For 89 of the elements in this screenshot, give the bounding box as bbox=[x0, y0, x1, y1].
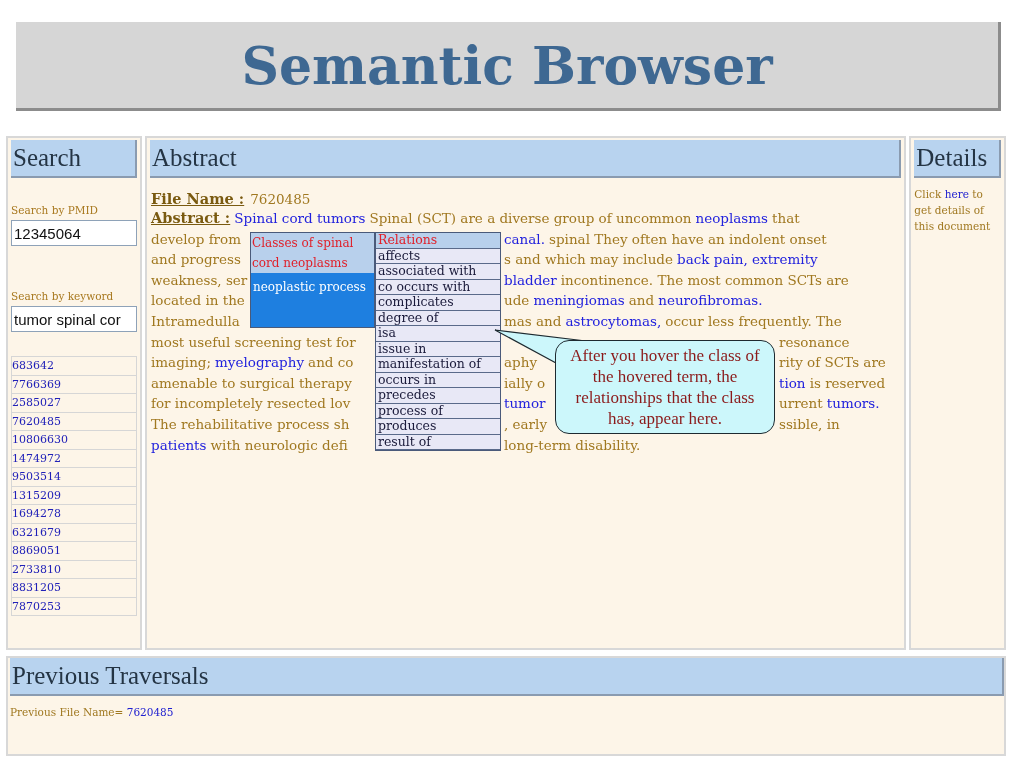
result-link[interactable]: 7620485 bbox=[11, 412, 137, 431]
popup-title: Relations bbox=[376, 233, 500, 249]
abstract-text: urrent bbox=[779, 394, 823, 414]
relation-item[interactable]: isa bbox=[376, 326, 500, 342]
abstract-text: Spinal (SCT) are a diverse group of uncommon bbox=[369, 209, 692, 228]
abstract-text: imaging; bbox=[151, 353, 211, 373]
panel-heading: Details bbox=[914, 140, 1001, 178]
abstract-text: ude bbox=[504, 291, 530, 311]
popup-title: Classes of spinal cord neoplasms bbox=[251, 233, 374, 273]
previous-file-text: Previous File Name= 7620485 bbox=[10, 706, 175, 718]
term-link[interactable]: canal. bbox=[504, 228, 545, 250]
abstract-text: and bbox=[628, 291, 655, 311]
here-link[interactable]: here bbox=[944, 188, 969, 200]
panel-heading: Abstract bbox=[150, 140, 902, 178]
result-link[interactable]: 6321679 bbox=[11, 523, 137, 542]
file-name-label: File Name : bbox=[151, 190, 245, 207]
result-link[interactable]: 1694278 bbox=[11, 505, 137, 524]
relation-item[interactable]: result of bbox=[376, 434, 500, 450]
abstract-text: mas and bbox=[504, 311, 562, 331]
relation-item[interactable]: occurs in bbox=[376, 372, 500, 388]
term-link[interactable]: tumor bbox=[504, 393, 546, 414]
previous-file-link[interactable]: 7620485 bbox=[126, 706, 174, 718]
abstract-text: Intramedulla bbox=[151, 311, 240, 331]
abstract-text: The rehabilitative process sh bbox=[151, 414, 350, 434]
term-link[interactable]: Spinal cord tumors bbox=[234, 208, 366, 229]
abstract-text: , early bbox=[504, 414, 548, 434]
result-link[interactable]: 7870253 bbox=[11, 597, 137, 616]
relation-item[interactable]: co occurs with bbox=[376, 279, 500, 295]
abstract-text: occur less frequently. The bbox=[665, 311, 842, 331]
abstract-text: that bbox=[772, 209, 800, 228]
abstract-text: long-term disability. bbox=[504, 435, 641, 455]
result-link[interactable]: 9503514 bbox=[11, 468, 137, 487]
abstract-text: aphy bbox=[504, 353, 537, 373]
abstract-text: amenable to surgical therapy bbox=[151, 373, 352, 393]
abstract-text: is reserved bbox=[809, 373, 886, 393]
abstract-text: resonance bbox=[779, 332, 850, 352]
result-link[interactable]: 1474972 bbox=[11, 449, 137, 468]
term-link[interactable]: tion bbox=[779, 372, 806, 394]
field-label: Search by PMID bbox=[11, 204, 100, 216]
relation-item[interactable]: manifestation of bbox=[376, 357, 500, 373]
term-link[interactable]: astrocytomas, bbox=[565, 310, 662, 332]
result-link[interactable]: 8831205 bbox=[11, 579, 137, 598]
relation-item[interactable]: process of bbox=[376, 403, 500, 419]
result-link[interactable]: 683642 bbox=[11, 357, 137, 376]
abstract-label: Abstract : bbox=[151, 208, 231, 228]
term-link[interactable]: neurofibromas. bbox=[658, 290, 763, 311]
pmid-field[interactable]: 12345064 bbox=[11, 220, 137, 246]
relation-item[interactable]: degree of bbox=[376, 310, 500, 326]
keyword-field[interactable]: tumor spinal cor bbox=[11, 306, 137, 332]
relation-item[interactable]: issue in bbox=[376, 341, 500, 357]
relation-item[interactable]: affects bbox=[376, 248, 500, 264]
relation-item[interactable]: associated with bbox=[376, 264, 500, 280]
term-link[interactable]: meningiomas bbox=[533, 290, 625, 311]
term-link[interactable]: back pain, extremity bbox=[677, 249, 818, 270]
abstract-text: rity of SCTs are bbox=[779, 353, 886, 373]
term-link[interactable]: myelography bbox=[215, 352, 305, 373]
result-link[interactable]: 10806630 bbox=[11, 431, 137, 450]
abstract-text: and co bbox=[308, 353, 354, 373]
field-label: Search by keyword bbox=[11, 290, 115, 302]
abstract-text: ially o bbox=[504, 373, 546, 393]
result-link[interactable]: 1315209 bbox=[11, 486, 137, 505]
abstract-text: ssible, in bbox=[779, 414, 840, 434]
abstract-text: spinal They often have an indolent onset bbox=[549, 229, 827, 249]
abstract-text: weakness, ser bbox=[151, 270, 248, 290]
abstract-text: incontinence. The most common SCTs are bbox=[560, 270, 849, 290]
result-link[interactable]: 2733810 bbox=[11, 560, 137, 579]
relation-item[interactable]: complicates bbox=[376, 295, 500, 311]
abstract-text: for incompletely resected lov bbox=[151, 394, 351, 414]
result-link[interactable]: 7766369 bbox=[11, 375, 137, 394]
page-title: Semantic Browser bbox=[241, 34, 773, 96]
abstract-text: with neurologic defi bbox=[210, 435, 348, 455]
file-name-value: 7620485 bbox=[250, 191, 311, 207]
term-link[interactable]: bladder bbox=[504, 269, 557, 291]
panel-heading: Search bbox=[11, 140, 137, 178]
term-link[interactable]: tumors. bbox=[826, 393, 880, 414]
abstract-text: located in the bbox=[151, 291, 245, 311]
abstract-text: most useful screening test for bbox=[151, 332, 356, 352]
panel-heading: Previous Traversals bbox=[10, 658, 1004, 696]
abstract-text: s and which may include bbox=[504, 250, 673, 270]
abstract-text: develop from bbox=[151, 229, 241, 249]
term-link[interactable]: patients bbox=[151, 434, 207, 456]
result-link[interactable]: 8869051 bbox=[11, 542, 137, 561]
details-text: Click here to get details of this document bbox=[914, 187, 992, 234]
term-link[interactable]: neoplasms bbox=[695, 208, 769, 229]
result-link[interactable]: 2585027 bbox=[11, 394, 137, 413]
callout-bubble: After you hover the class of the hovered term, the relationships that the class has, appear here. bbox=[555, 340, 775, 434]
relation-item[interactable]: precedes bbox=[376, 388, 500, 404]
abstract-text: and progress bbox=[151, 250, 241, 270]
relation-item[interactable]: produces bbox=[376, 419, 500, 435]
